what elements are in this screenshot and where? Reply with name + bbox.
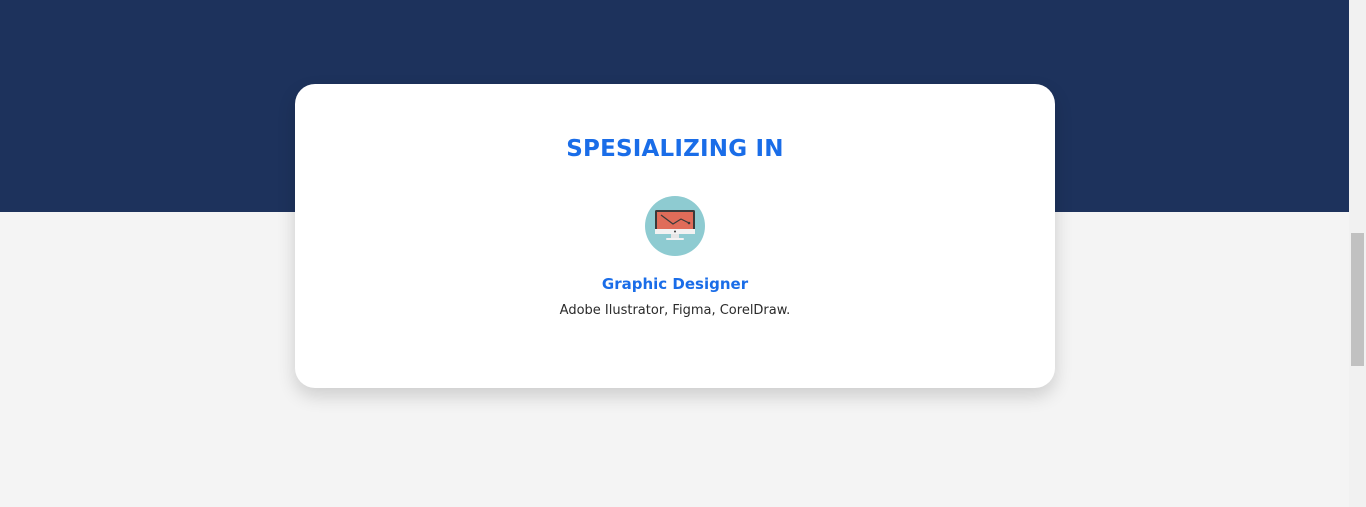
scrollbar-thumb[interactable]: [1351, 233, 1364, 366]
section-title: SPESIALIZING IN: [566, 136, 784, 162]
skill-description: Adobe Ilustrator, Figma, CorelDraw.: [559, 303, 791, 318]
page: SPESIALIZING IN Graphic Designer Adobe I: [0, 0, 1366, 507]
specialization-card: SPESIALIZING IN Graphic Designer Adobe I: [295, 84, 1055, 388]
skill-title: Graphic Designer: [601, 275, 749, 293]
monitor-graphic-icon: [645, 196, 705, 256]
